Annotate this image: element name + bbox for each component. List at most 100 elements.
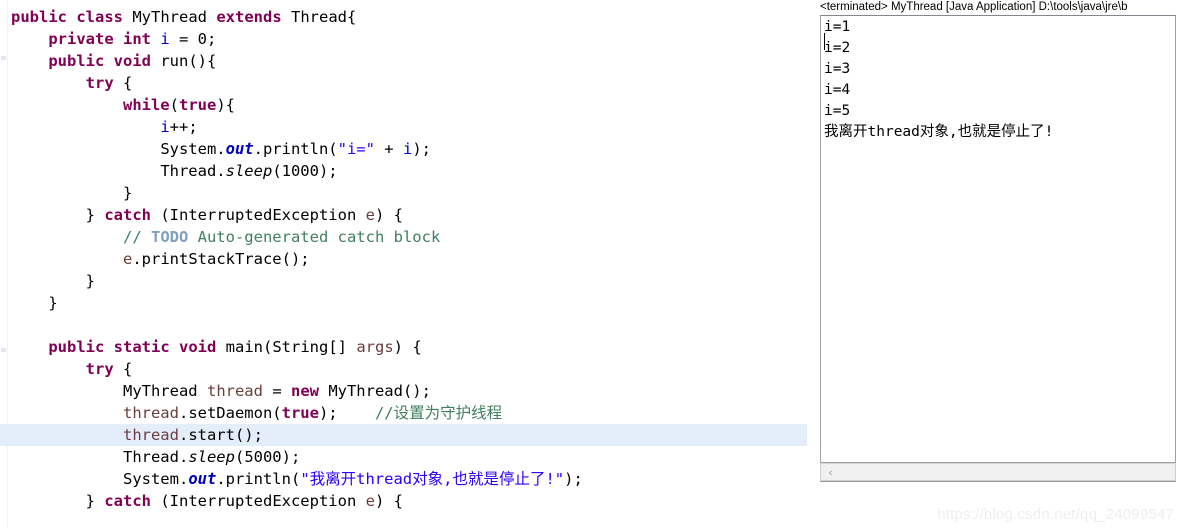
code-token-plain: ); [412, 140, 431, 158]
code-token-cmt: Auto-generated catch block [188, 228, 441, 246]
code-token-plain: ); [318, 404, 375, 422]
code-line[interactable]: e.printStackTrace(); [9, 248, 818, 270]
code-token-plain: (InterruptedException [151, 492, 366, 510]
code-line[interactable]: } [9, 182, 818, 204]
chevron-left-icon[interactable]: ‹ [824, 466, 837, 479]
code-text-area[interactable]: public class MyThread extends Thread{ pr… [0, 6, 818, 512]
code-line[interactable]: public static void main(String[] args) { [9, 336, 818, 358]
code-line[interactable]: } catch (InterruptedException e) { [9, 490, 818, 512]
code-token-plain: } [48, 294, 58, 312]
code-line[interactable]: } [9, 270, 818, 292]
console-view-pane[interactable]: <terminated> MyThread [Java Application]… [818, 0, 1178, 528]
code-line[interactable]: public void run(){ [9, 50, 818, 72]
code-line[interactable]: System.out.println("我离开thread对象,也就是停止了!"… [9, 468, 818, 490]
code-token-plain: Thread. [122, 448, 189, 466]
console-horizontal-scrollbar[interactable]: ‹ [820, 463, 1176, 481]
code-token-plain: { [113, 360, 133, 378]
console-bottom-edge [820, 481, 1176, 482]
code-token-kw: public [48, 338, 105, 356]
code-token-plain: (1000); [272, 162, 338, 180]
code-token-plain: .start(); [178, 426, 263, 444]
code-line[interactable] [9, 314, 818, 336]
code-token-lvar: e [122, 250, 133, 268]
code-token-plain: { [113, 74, 133, 92]
code-token-plain: ( [169, 96, 179, 114]
code-line[interactable]: thread.setDaemon(true); //设置为守护线程 [9, 402, 818, 424]
code-token-lvar: args [356, 338, 394, 356]
code-token-smeth: sleep [188, 448, 235, 466]
code-token-plain: System. [122, 470, 189, 488]
code-token-fld: i [160, 30, 170, 48]
code-line[interactable]: } [9, 292, 818, 314]
code-token-cmt: // [122, 228, 151, 246]
code-token-plain: .println( [216, 470, 301, 488]
code-token-kw: catch [104, 206, 151, 224]
code-token-kw: public [11, 8, 67, 26]
code-token-str: "i=" [337, 140, 375, 158]
text-caret [824, 33, 825, 50]
code-token-lvar: e [365, 206, 375, 224]
code-token-plain: } [85, 206, 105, 224]
console-output-frame[interactable]: i=1 i=2 i=3 i=4 i=5 我离开thread对象,也就是停止了! [820, 15, 1176, 463]
code-line[interactable]: try { [9, 72, 818, 94]
code-line[interactable]: } catch (InterruptedException e) { [9, 204, 818, 226]
code-line[interactable]: Thread.sleep(1000); [9, 160, 818, 182]
code-token-cmt: //设置为守护线程 [374, 404, 503, 422]
java-editor-pane[interactable]: public class MyThread extends Thread{ pr… [0, 0, 818, 528]
code-token-kw: extends [216, 8, 282, 26]
code-line[interactable]: System.out.println("i=" + i); [9, 138, 818, 160]
code-line[interactable]: Thread.sleep(5000); [9, 446, 818, 468]
code-token-lvar: thread [206, 382, 263, 400]
code-token-plain: MyThread [122, 382, 207, 400]
code-token-plain: } [122, 184, 133, 202]
code-token-plain: (InterruptedException [151, 206, 366, 224]
code-line[interactable]: public class MyThread extends Thread{ [9, 6, 818, 28]
code-line[interactable]: // TODO Auto-generated catch block [9, 226, 818, 248]
code-line[interactable]: try { [9, 358, 818, 380]
code-token-smeth: sleep [225, 162, 273, 180]
code-token-plain: System. [160, 140, 226, 158]
code-token-plain: run(){ [151, 52, 217, 70]
code-token-kw: class [76, 8, 124, 26]
code-token-kw: int [123, 30, 151, 48]
code-token-plain: main(String[] [216, 338, 357, 356]
console-output-line: i=1 [824, 19, 851, 35]
gutter-marker [1, 56, 6, 60]
eclipse-ide-window: public class MyThread extends Thread{ pr… [0, 0, 1178, 528]
console-output-line: i=2 [824, 40, 851, 56]
code-line[interactable]: i++; [9, 116, 818, 138]
code-token-kw: static [113, 338, 170, 356]
code-token-lvar: e [365, 492, 375, 510]
code-token-todo: TODO [150, 228, 189, 246]
console-output-text[interactable]: i=1 i=2 i=3 i=4 i=5 我离开thread对象,也就是停止了! [824, 17, 1174, 143]
code-token-plain: (5000); [234, 448, 301, 466]
code-line-highlighted[interactable]: thread.start(); [0, 424, 807, 446]
code-line[interactable]: while(true){ [9, 94, 818, 116]
code-token-plain: = [262, 382, 291, 400]
code-token-plain: .setDaemon( [178, 404, 282, 422]
code-token-kw: new [290, 382, 319, 400]
code-token-kw: while [122, 96, 170, 114]
editor-gutter[interactable] [0, 0, 8, 528]
code-line[interactable]: MyThread thread = new MyThread(); [9, 380, 818, 402]
code-token-kw: private [48, 30, 114, 48]
code-token-fld: i [402, 140, 413, 158]
console-output-line: i=3 [824, 61, 851, 77]
code-line[interactable]: private int i = 0; [9, 28, 818, 50]
csdn-watermark: https://blog.csdn.net/qq_24099547 [937, 506, 1174, 523]
